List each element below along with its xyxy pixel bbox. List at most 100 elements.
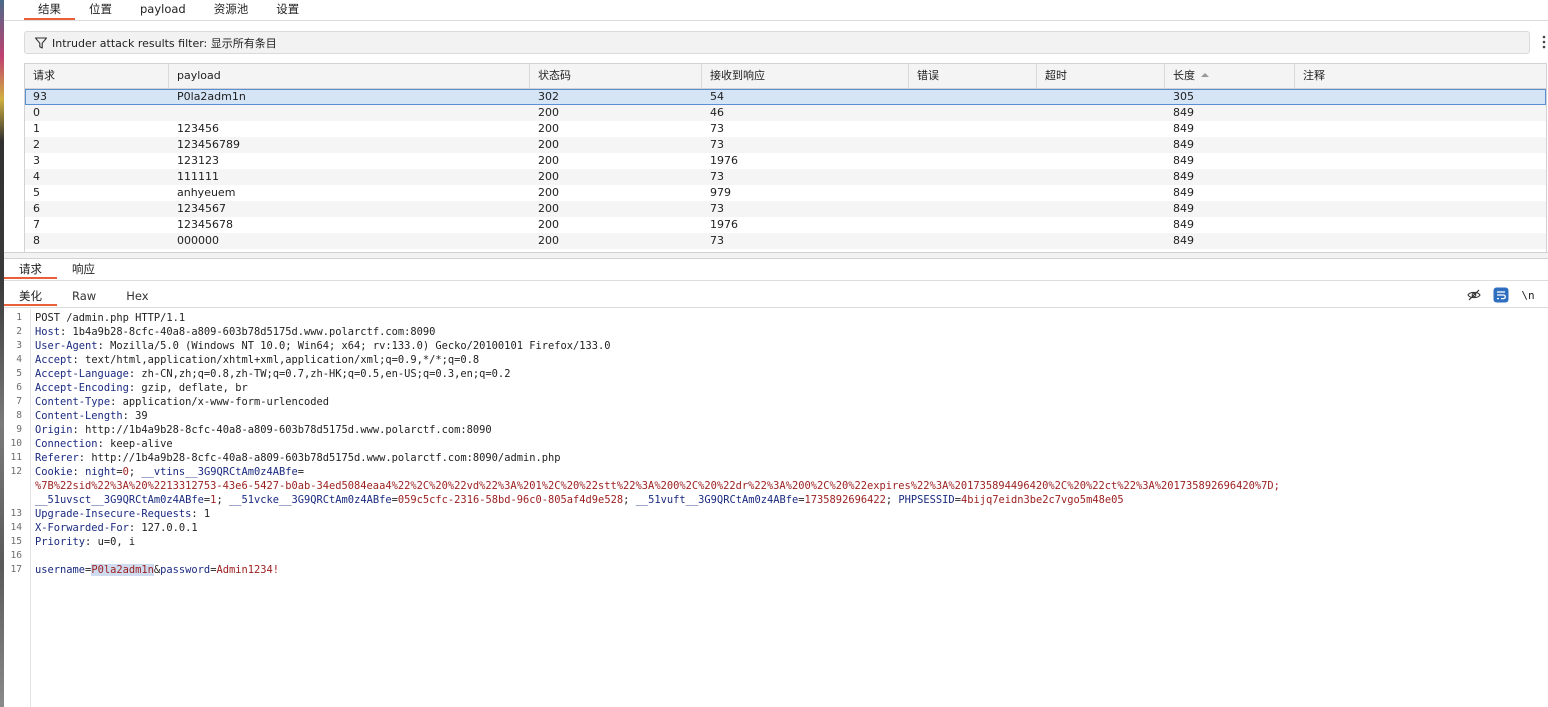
header-line: Connection: keep-alive: [35, 438, 173, 450]
column-header-comment[interactable]: 注释: [1295, 64, 1545, 88]
table-cell: 73: [710, 122, 724, 135]
results-table-header: 请求 payload 状态码 接收到响应 错误 超时 长度 注释: [25, 64, 1546, 89]
column-header-timeout[interactable]: 超时: [1037, 64, 1165, 88]
header-line: Content-Length: 39: [35, 410, 148, 422]
column-header-length[interactable]: 长度: [1165, 64, 1295, 88]
table-cell: 123456789: [177, 138, 240, 151]
tab-settings[interactable]: 设置: [262, 0, 313, 18]
table-cell: [1037, 121, 1165, 137]
table-cell: [909, 153, 1037, 169]
results-table: 请求 payload 状态码 接收到响应 错误 超时 长度 注释 93 P0la2…: [24, 63, 1547, 253]
divider: [4, 307, 1548, 308]
column-header-request[interactable]: 请求: [25, 64, 169, 88]
code-line: 8 Content-Length: 39: [16, 410, 148, 422]
code-line: 17 username=P0la2adm1n&password=Admin1234…: [10, 564, 280, 576]
table-cell: [1037, 169, 1165, 185]
tab-pretty[interactable]: 美化: [4, 287, 57, 306]
table-cell: 979: [710, 186, 731, 199]
results-table-body: 93 P0la2adm1n 302 54 305 0 200 46 849 1 123456 200 7…: [25, 89, 1546, 249]
table-cell: 8: [33, 234, 40, 247]
pane-splitter[interactable]: [4, 252, 1548, 259]
table-cell: 6: [33, 202, 40, 215]
header-line: Accept-Encoding: gzip, deflate, br: [35, 382, 248, 394]
header-line: Content-Type: application/x-www-form-url…: [35, 396, 330, 408]
tab-hex[interactable]: Hex: [111, 287, 163, 306]
table-cell: 200: [538, 170, 559, 183]
code-line: 11 Referer: http://1b4a9b28-8cfc-40a8-a80…: [10, 452, 561, 464]
table-row[interactable]: 7 12345678 200 1976 849: [25, 217, 1546, 233]
funnel-icon: [34, 36, 48, 49]
tab-positions[interactable]: 位置: [75, 0, 126, 18]
column-header-response-received[interactable]: 接收到响应: [702, 64, 909, 88]
table-row[interactable]: 4 111111 200 73 849: [25, 169, 1546, 185]
more-options-icon[interactable]: [1540, 34, 1548, 50]
code-line: __51uvsct__3G9QRCtAm0z4ABfe=1; __51vcke_…: [0, 493, 1548, 507]
table-cell: 200: [538, 154, 559, 167]
table-cell: [909, 185, 1037, 201]
text-wrap-icon[interactable]: [1493, 287, 1509, 303]
table-cell: 849: [1173, 106, 1194, 119]
table-cell: [909, 217, 1037, 233]
column-header-payload[interactable]: payload: [169, 64, 530, 88]
table-cell: 200: [538, 202, 559, 215]
tab-raw[interactable]: Raw: [57, 287, 111, 306]
column-header-status[interactable]: 状态码: [530, 64, 702, 88]
table-cell: [1037, 105, 1165, 121]
header-line: Referer: http://1b4a9b28-8cfc-40a8-a809-…: [35, 452, 561, 464]
table-row[interactable]: 2 123456789 200 73 849: [25, 137, 1546, 153]
table-cell: 7: [33, 218, 40, 231]
table-row[interactable]: 0 200 46 849: [25, 105, 1546, 121]
table-cell: [1295, 105, 1545, 121]
tab-results[interactable]: 结果: [24, 0, 75, 20]
code-line: 4 Accept: text/html,application/xhtml+xml…: [16, 354, 480, 366]
table-cell: [909, 169, 1037, 185]
cookie-line-1: Cookie: night=0; __vtins__3G9QRCtAm0z4AB…: [35, 466, 305, 478]
code-line: 14 X-Forwarded-For: 127.0.0.1: [10, 522, 198, 534]
code-line: 13 Upgrade-Insecure-Requests: 1: [10, 508, 211, 520]
header-line: Accept: text/html,application/xhtml+xml,…: [35, 354, 480, 366]
newline-toggle[interactable]: \n: [1520, 287, 1536, 303]
header-line: X-Forwarded-For: 127.0.0.1: [35, 522, 198, 534]
table-row[interactable]: 8 000000 200 73 849: [25, 233, 1546, 249]
tab-payload[interactable]: payload: [126, 0, 200, 18]
tab-request[interactable]: 请求: [4, 260, 57, 279]
table-cell: 73: [710, 170, 724, 183]
table-row[interactable]: 5 anhyeuem 200 979 849: [25, 185, 1546, 201]
table-row[interactable]: 1 123456 200 73 849: [25, 121, 1546, 137]
table-row[interactable]: 6 1234567 200 73 849: [25, 201, 1546, 217]
table-cell: [1037, 185, 1165, 201]
table-row[interactable]: 93 P0la2adm1n 302 54 305: [25, 89, 1546, 105]
code-line: 7 Content-Type: application/x-www-form-ur…: [16, 396, 330, 408]
code-line: 1 POST /admin.php HTTP/1.1: [16, 312, 186, 324]
column-header-error[interactable]: 错误: [909, 64, 1037, 88]
table-cell: 302: [538, 90, 559, 103]
tab-resource-pool[interactable]: 资源池: [200, 0, 263, 18]
code-line: 2 Host: 1b4a9b28-8cfc-40a8-a809-603b78d51…: [16, 326, 436, 338]
table-cell: 849: [1173, 186, 1194, 199]
message-tab-bar: 请求 响应: [4, 260, 110, 279]
editor-toolbar: \n: [1466, 287, 1547, 303]
divider: [4, 280, 1548, 281]
table-cell: 54: [710, 90, 724, 103]
table-cell: 1234567: [177, 202, 226, 215]
table-cell: 3: [33, 154, 40, 167]
table-cell: 849: [1173, 234, 1194, 247]
selected-payload-text: P0la2adm1n: [91, 564, 154, 576]
table-cell: [1295, 201, 1545, 217]
table-cell: [909, 137, 1037, 153]
code-line: 9 Origin: http://1b4a9b28-8cfc-40a8-a809-…: [16, 424, 492, 436]
top-tab-bar: 结果 位置 payload 资源池 设置: [24, 0, 313, 20]
table-cell: 73: [710, 234, 724, 247]
table-cell: [1037, 201, 1165, 217]
table-row[interactable]: 3 123123 200 1976 849: [25, 153, 1546, 169]
header-line: User-Agent: Mozilla/5.0 (Windows NT 10.0…: [35, 340, 611, 352]
table-cell: 000000: [177, 234, 219, 247]
tab-response[interactable]: 响应: [57, 260, 110, 279]
eye-slash-icon[interactable]: [1466, 287, 1482, 303]
table-cell: 73: [710, 202, 724, 215]
header-line: Priority: u=0, i: [35, 536, 136, 548]
request-editor[interactable]: 1 POST /admin.php HTTP/1.1 2 Host: 1b4a9b2…: [0, 311, 1548, 577]
table-cell: [1037, 89, 1165, 105]
table-cell: 849: [1173, 122, 1194, 135]
results-filter-bar[interactable]: Intruder attack results filter: 显示所有条目: [24, 31, 1530, 54]
